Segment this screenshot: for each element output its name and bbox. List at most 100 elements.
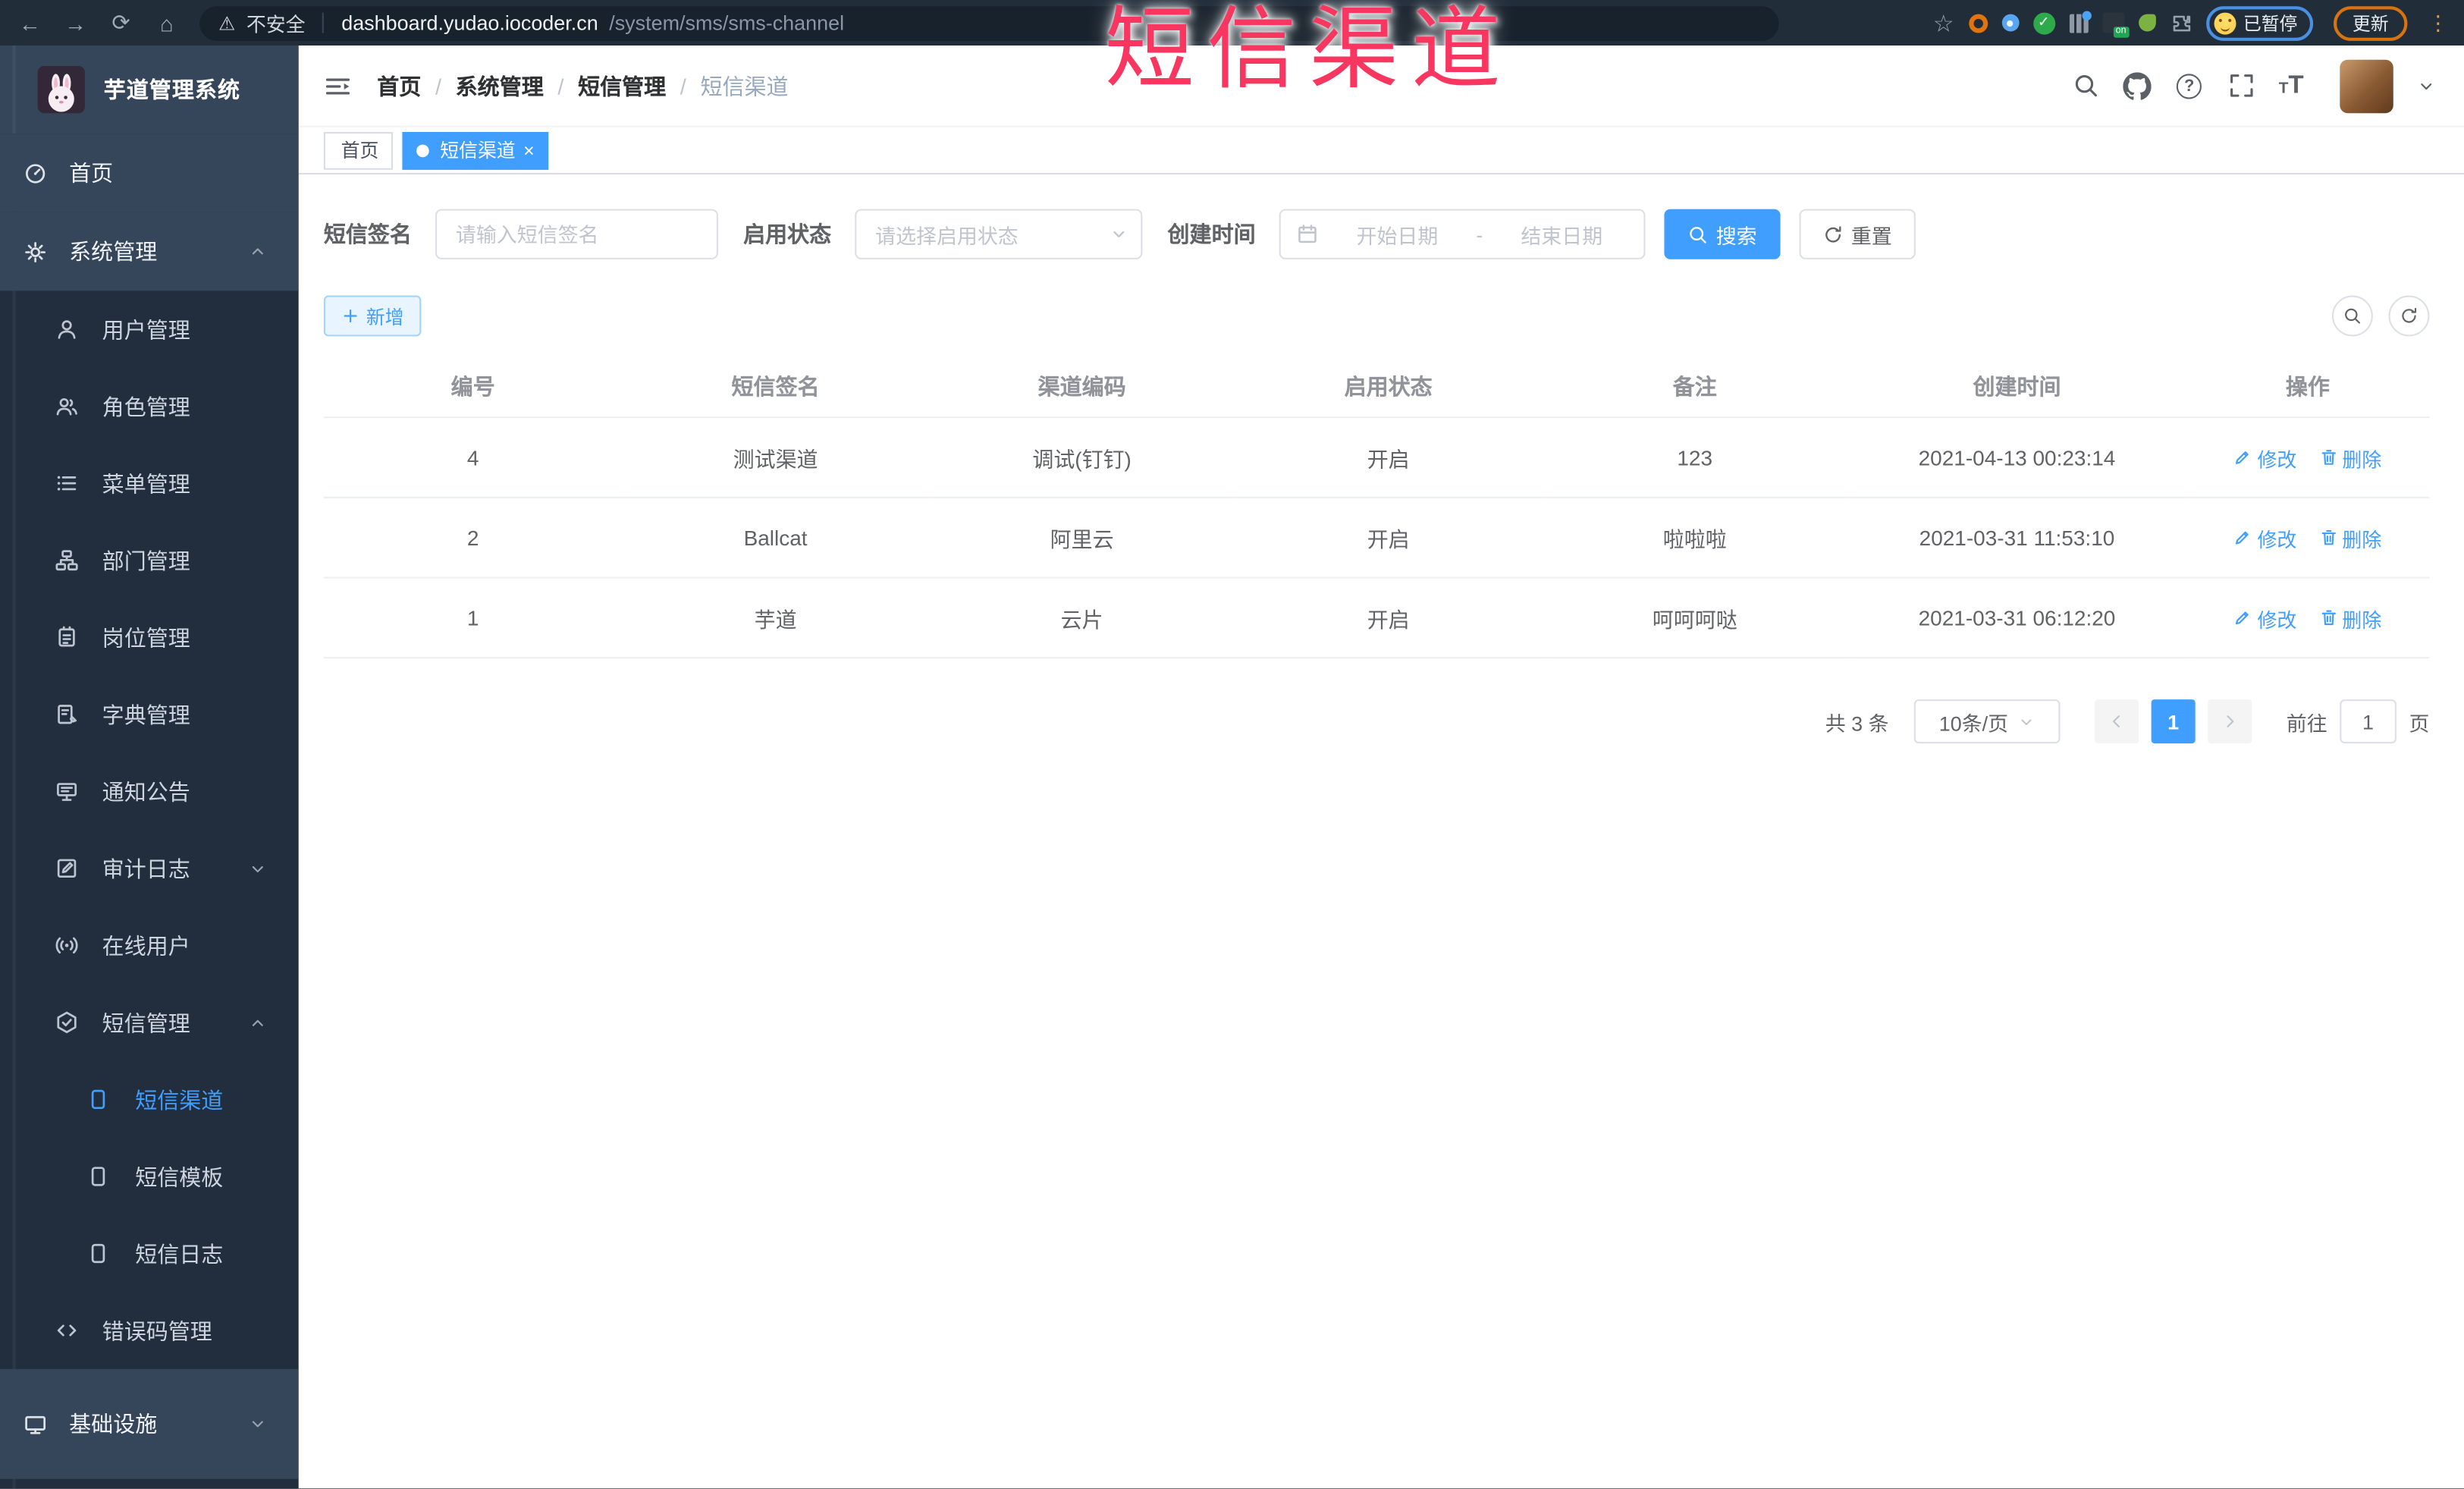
- delete-link[interactable]: 删除: [2318, 523, 2381, 552]
- tab-home[interactable]: 首页: [323, 131, 394, 169]
- chrome-update-button[interactable]: 更新: [2334, 5, 2408, 40]
- sidebar-item-label: 短信管理: [102, 1010, 190, 1035]
- sidebar-item-15[interactable]: 错误码管理: [0, 1292, 299, 1369]
- grid-extension-icon[interactable]: [2068, 10, 2091, 33]
- check-extension-icon[interactable]: ✓: [2032, 11, 2055, 34]
- status-select[interactable]: 请选择启用状态: [855, 209, 1143, 259]
- avatar-caret-down-icon[interactable]: [2417, 76, 2436, 95]
- security-label[interactable]: 不安全: [246, 8, 306, 37]
- page-size-select[interactable]: 10条/页: [1913, 699, 2061, 744]
- next-page-button[interactable]: [2208, 699, 2252, 744]
- reset-button[interactable]: 重置: [1799, 209, 1916, 259]
- github-icon[interactable]: [2123, 71, 2152, 99]
- divider: [322, 12, 325, 33]
- trash-icon: [2318, 448, 2337, 467]
- sidebar-item-12[interactable]: 短信渠道: [0, 1061, 299, 1139]
- user-avatar[interactable]: [2340, 58, 2393, 113]
- sidebar-item-13[interactable]: 短信模板: [0, 1138, 299, 1215]
- cell-channel_code: 阿里云: [928, 497, 1235, 579]
- sidebar-item-6[interactable]: 岗位管理: [0, 598, 299, 676]
- cell-id: 2: [323, 497, 623, 579]
- browser-menu-icon[interactable]: ⋮: [2428, 10, 2448, 35]
- sidebar-item-0[interactable]: 首页: [0, 134, 299, 212]
- puzzle-extensions-icon[interactable]: [2169, 12, 2191, 34]
- bookmark-star-icon[interactable]: ☆: [1933, 8, 1954, 36]
- sidebar-item-10[interactable]: 在线用户: [0, 907, 299, 985]
- tab-close-icon[interactable]: ×: [523, 139, 535, 161]
- profile-paused-chip[interactable]: 已暂停: [2205, 5, 2314, 40]
- cell-remark: 啦啦啦: [1541, 497, 1848, 579]
- calendar-icon: [1296, 223, 1318, 245]
- date-separator: -: [1476, 222, 1483, 247]
- sidebar-item-3[interactable]: 角色管理: [0, 368, 299, 445]
- time-label: 创建时间: [1167, 221, 1256, 247]
- address-bar[interactable]: ⚠ 不安全 dashboard.yudao.iocoder.cn/system/…: [199, 5, 1779, 40]
- reload-icon[interactable]: ⟳: [104, 5, 139, 40]
- cell-create_time: 2021-04-13 00:23:14: [1847, 417, 2186, 498]
- prev-page-button[interactable]: [2094, 699, 2139, 744]
- sign-input[interactable]: [455, 222, 698, 247]
- help-icon[interactable]: ?: [2175, 71, 2203, 99]
- dictionary-icon: [55, 702, 79, 726]
- phone-doc-icon: [86, 1088, 110, 1111]
- hamburger-icon[interactable]: [324, 71, 352, 99]
- sign-label: 短信签名: [323, 221, 412, 247]
- search-icon[interactable]: [2071, 71, 2099, 99]
- edit-link[interactable]: 修改: [2233, 603, 2296, 633]
- home-icon[interactable]: ⌂: [149, 5, 184, 40]
- sidebar-item-4[interactable]: 菜单管理: [0, 445, 299, 522]
- emoji-avatar-icon: [2213, 11, 2236, 34]
- sidebar-item-9[interactable]: 审计日志: [0, 830, 299, 907]
- sidebar-item-1[interactable]: 系统管理: [0, 212, 299, 291]
- sidebar-item-5[interactable]: 部门管理: [0, 522, 299, 599]
- page-number-1[interactable]: 1: [2151, 699, 2196, 744]
- delete-link[interactable]: 删除: [2318, 442, 2381, 472]
- date-end-placeholder: 结束日期: [1521, 224, 1603, 248]
- sidebar-item-16[interactable]: 基础设施: [0, 1368, 299, 1479]
- sms-channel-table: 编号 短信签名 渠道编码 启用状态 备注 创建时间 操作 4 测试渠道 调试(钉钉) 开启 123 2…: [323, 357, 2430, 659]
- sidebar-menu: 首页 系统管理 用户管理 角色管理 菜单管理 部门管理 岗位管理 字典管理 通知公告 审计日志 在线…: [0, 134, 299, 1479]
- search-button[interactable]: 搜索: [1664, 209, 1781, 259]
- tab-sms-channel[interactable]: 短信渠道 ×: [402, 131, 549, 169]
- cell-actions: 修改 删除: [2186, 577, 2430, 659]
- cell-remark: 123: [1541, 417, 1848, 498]
- refresh-table-button[interactable]: [2388, 295, 2430, 337]
- switch-extension-icon[interactable]: on: [2101, 12, 2129, 38]
- screen: ← → ⟳ ⌂ ⚠ 不安全 dashboard.yudao.iocoder.cn…: [0, 0, 2464, 1489]
- plus-icon: [341, 306, 360, 325]
- goto-label: 前往: [2286, 711, 2327, 735]
- sidebar-item-7[interactable]: 字典管理: [0, 676, 299, 753]
- breadcrumb-separator: /: [435, 73, 442, 99]
- user-icon: [55, 318, 79, 341]
- sidebar-item-14[interactable]: 短信日志: [0, 1215, 299, 1293]
- sidebar-item-8[interactable]: 通知公告: [0, 753, 299, 831]
- back-icon[interactable]: ←: [13, 5, 48, 40]
- fullscreen-icon[interactable]: [2227, 71, 2255, 99]
- forward-icon[interactable]: →: [58, 5, 93, 40]
- font-size-icon[interactable]: TT: [2279, 72, 2304, 97]
- table-row: 2 Ballcat 阿里云 开启 啦啦啦 2021-03-31 11:53:10 修改 删除: [323, 497, 2430, 579]
- delete-link[interactable]: 删除: [2318, 603, 2381, 633]
- breadcrumb-item-1[interactable]: 系统管理: [456, 70, 544, 101]
- caret-down-icon: [248, 859, 267, 878]
- sidebar-item-label: 短信日志: [135, 1240, 224, 1267]
- toggle-search-button[interactable]: [2331, 295, 2373, 337]
- goto-page-input[interactable]: [2340, 699, 2397, 744]
- app-logo[interactable]: 芋道管理系统: [0, 46, 299, 134]
- edit-link[interactable]: 修改: [2233, 523, 2296, 552]
- breadcrumb-item-0[interactable]: 首页: [377, 70, 421, 101]
- orange-extension-icon[interactable]: [1968, 13, 1988, 33]
- breadcrumb-separator: /: [680, 73, 686, 99]
- add-button[interactable]: 新增: [323, 295, 422, 337]
- top-navbar: 首页 / 系统管理 / 短信管理 / 短信渠道 ? TT: [298, 46, 2464, 127]
- sidebar-item-11[interactable]: 短信管理: [0, 984, 299, 1061]
- leaf-extension-icon[interactable]: [2138, 14, 2155, 32]
- breadcrumb-item-2[interactable]: 短信管理: [578, 70, 666, 101]
- pin-extension-icon[interactable]: [2001, 14, 2019, 32]
- users-icon: [55, 394, 79, 418]
- edit-link[interactable]: 修改: [2233, 442, 2296, 472]
- announcement-icon: [55, 780, 79, 803]
- pencil-icon: [2233, 448, 2252, 467]
- sidebar-item-2[interactable]: 用户管理: [0, 291, 299, 368]
- date-range-picker[interactable]: 开始日期 - 结束日期: [1279, 209, 1646, 259]
